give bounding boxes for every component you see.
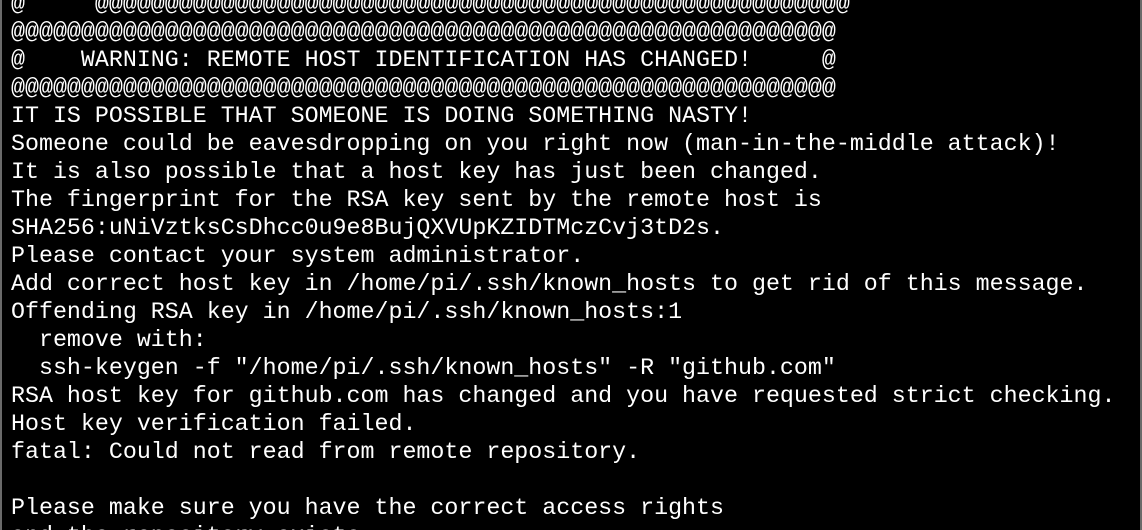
verification-failed-line: Host key verification failed. xyxy=(11,411,417,437)
host-key-changed-line: It is also possible that a host key has … xyxy=(11,159,822,185)
warning-banner-border-top: @@@@@@@@@@@@@@@@@@@@@@@@@@@@@@@@@@@@@@@@… xyxy=(11,19,836,45)
offending-key-line: Offending RSA key in /home/pi/.ssh/known… xyxy=(11,299,683,325)
fingerprint-intro-line: The fingerprint for the RSA key sent by … xyxy=(11,187,822,213)
fatal-error-line: fatal: Could not read from remote reposi… xyxy=(11,439,641,465)
ssh-keygen-command-line: ssh-keygen -f "/home/pi/.ssh/known_hosts… xyxy=(11,355,836,381)
remove-with-line: remove with: xyxy=(11,327,207,353)
fingerprint-value-line: SHA256:uNiVztksCsDhcc0u9e8BujQXVUpKZIDTM… xyxy=(11,215,725,241)
warning-banner-border-bottom: @@@@@@@@@@@@@@@@@@@@@@@@@@@@@@@@@@@@@@@@… xyxy=(11,75,836,101)
terminal-window[interactable]: @ @@@@@@@@@@@@@@@@@@@@@@@@@@@@@@@@@@@@@@… xyxy=(0,0,1142,530)
mitm-warning-line: Someone could be eavesdropping on you ri… xyxy=(11,131,1060,157)
terminal-line-top-partial: @ @@@@@@@@@@@@@@@@@@@@@@@@@@@@@@@@@@@@@@… xyxy=(11,0,850,17)
contact-admin-line: Please contact your system administrator… xyxy=(11,243,585,269)
warning-banner-title: @ WARNING: REMOTE HOST IDENTIFICATION HA… xyxy=(11,47,836,73)
terminal-output[interactable]: @ @@@@@@@@@@@@@@@@@@@@@@@@@@@@@@@@@@@@@@… xyxy=(11,0,1115,530)
add-host-key-line: Add correct host key in /home/pi/.ssh/kn… xyxy=(11,271,1088,297)
repository-exists-line: and the repository exists. xyxy=(11,522,1115,530)
warning-nasty-line: IT IS POSSIBLE THAT SOMEONE IS DOING SOM… xyxy=(11,103,752,129)
strict-checking-line: RSA host key for github.com has changed … xyxy=(11,383,1116,409)
access-rights-line: Please make sure you have the correct ac… xyxy=(11,495,725,521)
